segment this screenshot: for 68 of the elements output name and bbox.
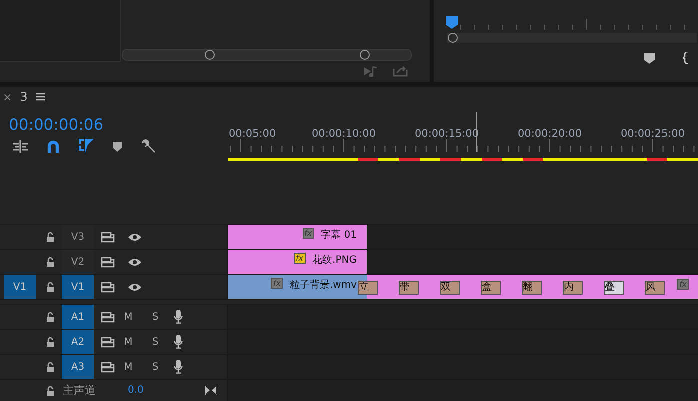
sync-lock-icon[interactable] <box>101 256 115 268</box>
playhead-icon[interactable] <box>446 16 458 30</box>
fx-badge: fx <box>302 228 314 239</box>
lock-icon[interactable] <box>46 282 55 292</box>
transition[interactable]: 内 <box>563 281 583 295</box>
source-patch[interactable]: V1 <box>4 275 36 299</box>
collapse-icon[interactable] <box>205 386 217 395</box>
mute-button[interactable]: M <box>115 362 142 372</box>
lock-icon[interactable] <box>46 312 55 322</box>
magnet-icon[interactable] <box>47 140 60 153</box>
close-button[interactable]: × <box>3 90 12 104</box>
transition[interactable]: 风 <box>645 281 665 295</box>
zoom-scrollbar[interactable] <box>447 33 697 43</box>
lock-icon[interactable] <box>46 232 55 242</box>
video-clip[interactable]: fx 花纹.PNG <box>228 250 367 274</box>
microphone-icon[interactable] <box>174 310 183 324</box>
track-lane[interactable]: fx 花纹.PNG <box>228 250 698 274</box>
sync-lock-icon[interactable] <box>101 336 115 348</box>
transition[interactable]: 带 <box>399 281 419 295</box>
mark-in-icon[interactable] <box>683 52 689 64</box>
sync-lock-icon[interactable] <box>101 312 115 322</box>
transition[interactable]: 盒 <box>481 281 501 295</box>
track-target[interactable]: A3 <box>62 355 94 379</box>
marker-icon[interactable] <box>644 52 655 64</box>
track-target[interactable]: A2 <box>62 330 94 354</box>
solo-button[interactable]: S <box>142 336 169 348</box>
video-clip[interactable]: fx 字幕 01 <box>228 225 367 249</box>
scroll-handle[interactable] <box>448 33 458 43</box>
lock-icon[interactable] <box>46 257 55 267</box>
solo-button[interactable]: S <box>142 362 169 372</box>
scroll-handle[interactable] <box>360 50 370 60</box>
lock-icon[interactable] <box>46 337 55 347</box>
mute-button[interactable]: M <box>115 312 142 322</box>
sequence-tab[interactable]: 3 <box>20 90 28 104</box>
timecode[interactable]: 00:00:00:06 <box>0 107 228 134</box>
microphone-icon[interactable] <box>174 335 183 349</box>
track-target[interactable]: V1 <box>62 275 94 299</box>
scroll-handle[interactable] <box>205 50 215 60</box>
fx-badge: fx <box>294 253 306 264</box>
clip-label: 字幕 01 <box>321 228 357 242</box>
track-lane[interactable]: fx 字幕 01 <box>228 225 698 249</box>
transition[interactable]: 双 <box>440 281 460 295</box>
marker-icon[interactable] <box>113 142 122 152</box>
volume-value[interactable]: 0.0 <box>128 385 144 396</box>
wrench-icon[interactable] <box>141 139 156 154</box>
nest-sequence-icon[interactable] <box>13 140 28 153</box>
sync-lock-icon[interactable] <box>101 282 115 292</box>
solo-button[interactable]: S <box>142 312 169 322</box>
mute-button[interactable]: M <box>115 336 142 348</box>
menu-icon[interactable] <box>36 93 45 101</box>
transition[interactable]: 翻 <box>522 281 542 295</box>
track-target[interactable]: A1 <box>62 305 94 329</box>
lock-icon[interactable] <box>46 362 55 372</box>
zoom-scrollbar[interactable] <box>122 49 412 61</box>
clip-label: 花纹.PNG <box>312 254 357 267</box>
lock-icon[interactable] <box>46 386 55 396</box>
sync-lock-icon[interactable] <box>101 362 115 372</box>
eye-icon[interactable] <box>128 282 142 292</box>
fx-badge: fx <box>677 279 689 290</box>
eye-icon[interactable] <box>128 258 142 266</box>
transition[interactable]: 叠 <box>604 281 624 295</box>
clip-label: 粒子背景.wmv <box>290 278 357 292</box>
master-track-name: 主声道 <box>63 383 96 398</box>
sync-lock-icon[interactable] <box>101 232 115 242</box>
fx-badge: fx <box>271 278 283 289</box>
linked-selection-icon[interactable] <box>79 139 94 154</box>
microphone-icon[interactable] <box>174 360 183 374</box>
eye-icon[interactable] <box>128 232 142 242</box>
